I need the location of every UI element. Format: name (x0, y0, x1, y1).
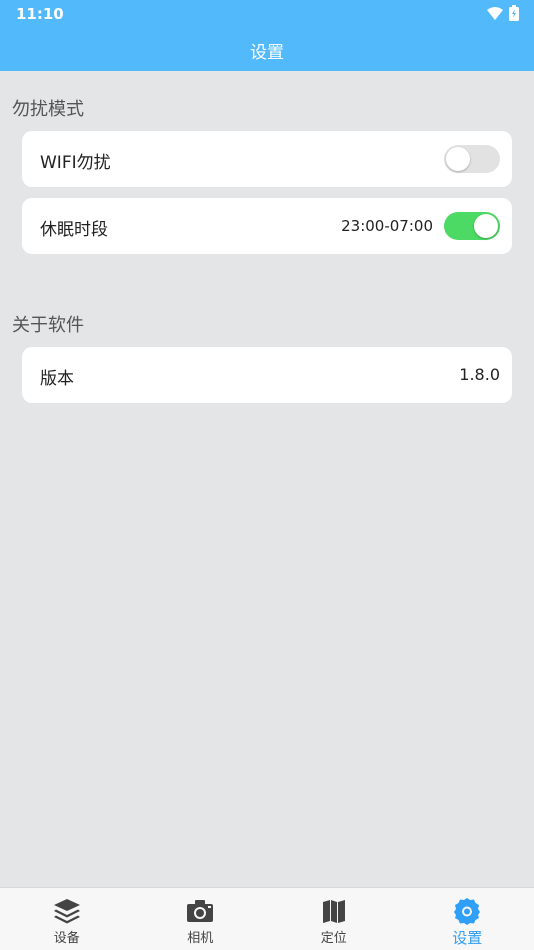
wifi-dnd-toggle[interactable] (444, 145, 500, 173)
section-title-about: 关于软件 (12, 315, 84, 336)
version-label: 版本 (40, 369, 74, 389)
nav-item-devices[interactable]: 设备 (0, 888, 134, 950)
wifi-dnd-label: WIFI勿扰 (40, 153, 111, 173)
sleep-period-row[interactable]: 休眠时段 23:00-07:00 (22, 198, 512, 254)
toggle-knob (474, 214, 498, 238)
nav-label-camera: 相机 (187, 931, 214, 946)
bottom-nav: 设备 相机 定位 设置 (0, 887, 534, 950)
sleep-period-label: 休眠时段 (40, 220, 108, 240)
gear-icon (454, 898, 481, 925)
battery-icon (509, 5, 519, 21)
nav-label-settings: 设置 (452, 929, 483, 947)
camera-icon (187, 900, 214, 922)
status-bar: 11:10 (0, 0, 534, 28)
status-time: 11:10 (16, 5, 64, 23)
version-value: 1.8.0 (459, 365, 500, 384)
wifi-icon (487, 6, 503, 20)
version-row[interactable]: 版本 1.8.0 (22, 347, 512, 403)
sleep-time-range: 23:00-07:00 (341, 217, 433, 235)
nav-label-location: 定位 (320, 931, 347, 946)
toggle-knob (446, 147, 470, 171)
status-icons (487, 5, 519, 21)
app-header: 11:10 设置 (0, 0, 534, 71)
wifi-dnd-row[interactable]: WIFI勿扰 (22, 131, 512, 187)
nav-item-location[interactable]: 定位 (267, 888, 401, 950)
nav-label-devices: 设备 (53, 931, 80, 946)
nav-item-camera[interactable]: 相机 (134, 888, 268, 950)
sleep-period-toggle[interactable] (444, 212, 500, 240)
map-icon (322, 900, 345, 923)
nav-item-settings[interactable]: 设置 (401, 888, 534, 950)
layers-icon (53, 899, 80, 924)
page-title: 设置 (250, 43, 284, 63)
section-title-dnd: 勿扰模式 (12, 99, 84, 120)
